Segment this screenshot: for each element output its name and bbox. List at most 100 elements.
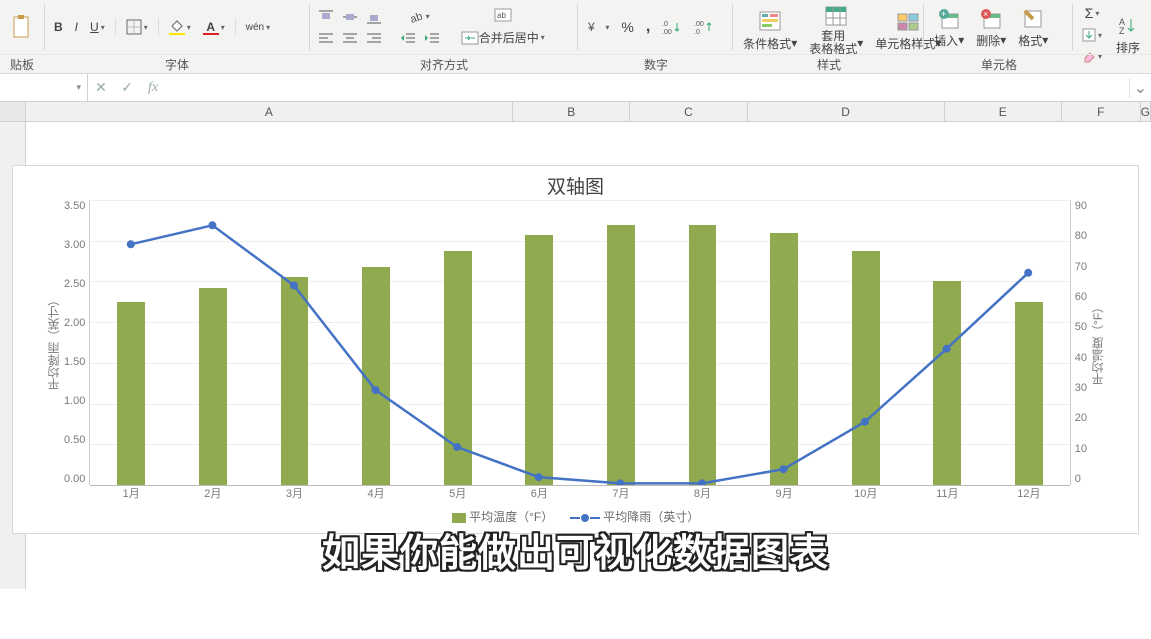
fill-color-button[interactable]: ▾ bbox=[164, 16, 196, 38]
table-format-icon bbox=[823, 4, 849, 30]
name-box[interactable]: ▾ bbox=[0, 74, 88, 101]
col-header-g[interactable]: G bbox=[1141, 102, 1151, 121]
percent-button[interactable]: % bbox=[616, 16, 638, 38]
legend-bar-swatch bbox=[452, 513, 466, 523]
insert-cell-icon: + bbox=[936, 6, 962, 32]
outdent-icon bbox=[401, 31, 415, 45]
svg-text:ab: ab bbox=[410, 10, 424, 23]
col-header-e[interactable]: E bbox=[945, 102, 1062, 121]
col-header-f[interactable]: F bbox=[1062, 102, 1141, 121]
orientation-icon: ab bbox=[410, 10, 424, 24]
format-cell-icon bbox=[1020, 6, 1046, 32]
legend-line-label: 平均降雨（英寸） bbox=[603, 510, 699, 524]
line-series bbox=[90, 200, 1069, 485]
decrease-indent-button[interactable] bbox=[396, 28, 420, 48]
border-icon bbox=[126, 19, 142, 35]
inc-decimal-icon: .0.00 bbox=[662, 19, 682, 35]
worksheet[interactable]: 双轴图 平均降雨（英寸） 3.503.002.502.001.501.000.5… bbox=[0, 122, 1151, 589]
delete-cell-icon: × bbox=[978, 6, 1004, 32]
align-center-button[interactable] bbox=[338, 28, 362, 48]
decrease-decimal-button[interactable]: .00.0 bbox=[689, 16, 719, 38]
cond-format-icon bbox=[757, 9, 783, 35]
svg-text:.0: .0 bbox=[662, 21, 668, 28]
merge-cells-button[interactable]: 合并后居中▾ bbox=[456, 26, 550, 49]
sort-filter-button[interactable]: AZ 排序 bbox=[1109, 11, 1147, 58]
phonetic-button[interactable]: wén▾ bbox=[241, 19, 275, 36]
svg-text:×: × bbox=[983, 9, 988, 19]
y-axis-right-title: 平均温度（°F） bbox=[1087, 200, 1108, 485]
svg-text:.00: .00 bbox=[662, 29, 672, 35]
legend-line-swatch bbox=[570, 514, 600, 522]
indent-icon bbox=[425, 31, 439, 45]
legend-bar-label: 平均温度（°F） bbox=[469, 510, 553, 524]
align-middle-icon bbox=[343, 10, 357, 24]
align-center-icon bbox=[343, 31, 357, 45]
italic-button[interactable]: I bbox=[70, 17, 83, 37]
svg-text:ab: ab bbox=[497, 11, 506, 20]
fill-bucket-icon bbox=[169, 19, 185, 35]
fill-button[interactable]: ▾ bbox=[1077, 25, 1107, 45]
sort-icon: AZ bbox=[1115, 13, 1141, 39]
font-color-icon: A bbox=[203, 19, 219, 35]
plot-area: 1月2月3月4月5月6月7月8月9月10月11月12月 bbox=[89, 200, 1070, 485]
font-color-button[interactable]: A ▾ bbox=[198, 16, 230, 38]
cell-style-icon bbox=[895, 9, 921, 35]
comma-button[interactable]: , bbox=[641, 15, 655, 39]
y-axis-right-ticks: 9080706050403020100 bbox=[1071, 200, 1087, 485]
col-header-c[interactable]: C bbox=[630, 102, 747, 121]
insert-cell-button[interactable]: + 插入▾ bbox=[928, 4, 970, 51]
group-label-clipboard: 贴板 bbox=[0, 56, 44, 73]
align-right-icon bbox=[367, 31, 381, 45]
column-headers: A B C D E F G bbox=[0, 102, 1151, 122]
format-cell-button[interactable]: 格式▾ bbox=[1012, 4, 1054, 51]
align-left-button[interactable] bbox=[314, 28, 338, 48]
currency-button[interactable]: ¥▾ bbox=[582, 16, 614, 38]
border-button[interactable]: ▾ bbox=[121, 16, 153, 38]
formula-bar-expand[interactable]: ⌄ bbox=[1129, 78, 1151, 98]
align-right-button[interactable] bbox=[362, 28, 386, 48]
group-label-alignment: 对齐方式 bbox=[310, 56, 578, 73]
formula-bar: ▾ ✕ ✓ fx ⌄ bbox=[0, 74, 1151, 102]
svg-text:.00: .00 bbox=[694, 21, 704, 28]
align-top-button[interactable] bbox=[314, 7, 338, 27]
insert-function-button[interactable]: fx bbox=[140, 74, 166, 101]
conditional-format-button[interactable]: 条件格式▾ bbox=[737, 7, 803, 54]
ribbon: B I U▾ ▾ ▾ A bbox=[0, 0, 1151, 74]
table-format-button[interactable]: 套用 表格格式▾ bbox=[803, 2, 869, 58]
col-header-b[interactable]: B bbox=[513, 102, 630, 121]
increase-decimal-button[interactable]: .0.00 bbox=[657, 16, 687, 38]
formula-input[interactable] bbox=[166, 74, 1129, 101]
wrap-text-button[interactable]: ab bbox=[456, 5, 550, 25]
align-left-icon bbox=[319, 31, 333, 45]
y-axis-left-title: 平均降雨（英寸） bbox=[43, 200, 64, 485]
align-bottom-button[interactable] bbox=[362, 7, 386, 27]
col-header-a[interactable]: A bbox=[26, 102, 514, 121]
underline-button[interactable]: U▾ bbox=[85, 17, 110, 37]
formula-cancel-button[interactable]: ✕ bbox=[88, 74, 114, 101]
chart-legend: 平均温度（°F） 平均降雨（英寸） bbox=[13, 508, 1138, 525]
clipboard-icon bbox=[9, 14, 35, 40]
paste-button[interactable] bbox=[3, 12, 41, 42]
group-label-styles: 样式 bbox=[734, 56, 924, 73]
merge-icon bbox=[461, 31, 479, 45]
svg-text:.0: .0 bbox=[694, 29, 700, 35]
delete-cell-button[interactable]: × 删除▾ bbox=[970, 4, 1012, 51]
orientation-button[interactable]: ab▾ bbox=[396, 7, 444, 27]
chart-object[interactable]: 双轴图 平均降雨（英寸） 3.503.002.502.001.501.000.5… bbox=[12, 165, 1139, 534]
x-axis-categories: 1月2月3月4月5月6月7月8月9月10月11月12月 bbox=[90, 485, 1069, 505]
align-middle-button[interactable] bbox=[338, 7, 362, 27]
autosum-button[interactable]: Σ▾ bbox=[1077, 2, 1107, 24]
align-bottom-icon bbox=[367, 10, 381, 24]
col-header-d[interactable]: D bbox=[748, 102, 945, 121]
bold-button[interactable]: B bbox=[49, 17, 68, 37]
group-label-cells: 单元格 bbox=[925, 56, 1073, 73]
group-label-number: 数字 bbox=[579, 56, 733, 73]
dec-decimal-icon: .00.0 bbox=[694, 19, 714, 35]
y-axis-left-ticks: 3.503.002.502.001.501.000.500.00 bbox=[64, 200, 89, 485]
fill-down-icon bbox=[1082, 28, 1096, 42]
formula-enter-button[interactable]: ✓ bbox=[114, 74, 140, 101]
select-all-corner[interactable] bbox=[0, 102, 26, 121]
increase-indent-button[interactable] bbox=[420, 28, 444, 48]
align-top-icon bbox=[319, 10, 333, 24]
currency-icon: ¥ bbox=[587, 19, 603, 35]
